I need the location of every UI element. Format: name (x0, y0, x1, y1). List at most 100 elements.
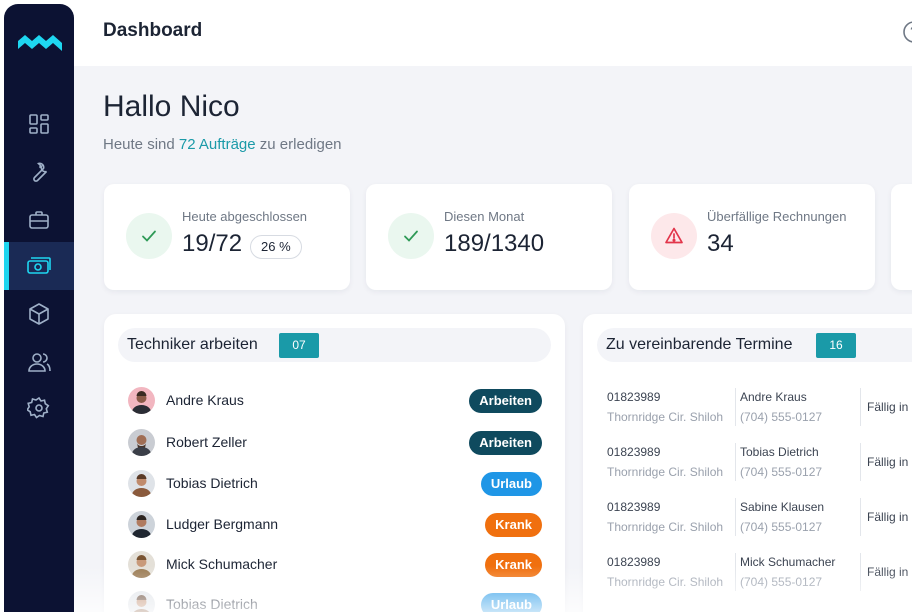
stat-card-partial[interactable] (891, 184, 912, 290)
appointment-phone: (704) 555-0127 (740, 465, 823, 479)
status-badge: Urlaub (480, 472, 542, 496)
appointment-phone: (704) 555-0127 (740, 575, 823, 589)
orders-count[interactable]: 72 Aufträge (179, 136, 256, 153)
greeting-suffix: zu erledigen (259, 136, 342, 153)
technicians-count: 07 (279, 333, 319, 358)
stat-value: 34 (707, 230, 734, 257)
technician-row[interactable]: Tobias Dietrich Urlaub (128, 469, 542, 499)
nav-dashboard[interactable] (4, 100, 74, 148)
help-icon[interactable] (902, 20, 912, 44)
appointment-number: 01823989 (607, 555, 661, 569)
technician-row[interactable]: Andre Kraus Arbeiten (128, 386, 542, 416)
technician-row[interactable]: Robert Zeller Arbeiten (128, 428, 542, 458)
column-divider (735, 388, 736, 426)
nav-tools[interactable] (4, 148, 74, 196)
top-bar: Dashboard (74, 0, 912, 66)
nav-jobs[interactable] (4, 196, 74, 244)
stat-label: Überfällige Rechnungen (707, 209, 847, 224)
column-divider (860, 498, 861, 536)
appointment-number: 01823989 (607, 500, 661, 514)
technician-name: Robert Zeller (166, 434, 247, 450)
appointment-customer: Sabine Klausen (740, 500, 825, 514)
check-icon (126, 213, 172, 259)
status-badge: Urlaub (480, 593, 542, 612)
appointments-header: Zu vereinbarende Termine 16 (597, 328, 912, 362)
appointment-row[interactable]: 01823989 Thornridge Cir. Shiloh Sabine K… (607, 498, 912, 544)
appointment-row[interactable]: 01823989 Thornridge Cir. Shiloh Tobias D… (607, 443, 912, 489)
appointment-due: Fällig in (867, 510, 909, 524)
column-divider (735, 443, 736, 481)
appointment-address: Thornridge Cir. Shiloh (607, 465, 724, 479)
avatar (128, 429, 155, 456)
avatar (128, 470, 155, 497)
technician-row[interactable]: Ludger Bergmann Krank (128, 510, 542, 540)
technician-name: Andre Kraus (166, 392, 244, 408)
status-badge: Arbeiten (469, 431, 542, 455)
percent-badge: 26 % (250, 235, 302, 259)
stat-label: Heute abgeschlossen (182, 209, 308, 224)
stat-label: Diesen Monat (444, 209, 525, 224)
check-icon (388, 213, 434, 259)
avatar (128, 387, 155, 414)
status-badge: Krank (485, 553, 542, 577)
appointment-row[interactable]: 01823989 Thornridge Cir. Shiloh Mick Sch… (607, 553, 912, 599)
stat-value: 189/1340 (444, 230, 545, 257)
stat-card-today[interactable]: Heute abgeschlossen 19/72 26 % (104, 184, 350, 290)
nav-finance[interactable] (4, 242, 74, 290)
stat-card-invoices[interactable]: Überfällige Rechnungen 34 (629, 184, 875, 290)
appointment-due: Fällig in (867, 400, 909, 414)
appointment-customer: Tobias Dietrich (740, 445, 819, 459)
sidebar (4, 4, 74, 612)
status-badge: Krank (485, 513, 542, 537)
gear-icon (27, 396, 50, 419)
appointment-number: 01823989 (607, 445, 661, 459)
appointment-phone: (704) 555-0127 (740, 520, 823, 534)
column-divider (735, 498, 736, 536)
technician-name: Ludger Bergmann (166, 516, 279, 532)
money-icon (27, 257, 51, 274)
greeting-title: Hallo Nico (103, 90, 240, 123)
stat-value: 19/72 (182, 230, 243, 257)
appointments-panel: Zu vereinbarende Termine 16 01823989 Tho… (583, 314, 912, 612)
logo-icon[interactable] (18, 30, 62, 60)
appointment-customer: Mick Schumacher (740, 555, 836, 569)
warning-icon (651, 213, 697, 259)
dashboard-icon (29, 114, 49, 134)
appointment-number: 01823989 (607, 390, 661, 404)
nav-inventory[interactable] (4, 290, 74, 338)
wrench-icon (33, 162, 48, 182)
nav-settings[interactable] (4, 384, 74, 432)
column-divider (860, 443, 861, 481)
appointment-customer: Andre Kraus (740, 390, 807, 404)
appointment-address: Thornridge Cir. Shiloh (607, 410, 724, 424)
column-divider (860, 553, 861, 591)
stat-card-month[interactable]: Diesen Monat 189/1340 (366, 184, 612, 290)
column-divider (735, 553, 736, 591)
greeting-subtitle: Heute sind 72 Aufträge zu erledigen (103, 136, 342, 153)
status-badge: Arbeiten (469, 389, 542, 413)
users-icon (28, 353, 51, 372)
nav-users[interactable] (4, 338, 74, 386)
greeting-prefix: Heute sind (103, 136, 175, 153)
appointment-address: Thornridge Cir. Shiloh (607, 575, 724, 589)
technician-row[interactable]: Tobias Dietrich Urlaub (128, 590, 542, 612)
avatar (128, 591, 155, 612)
technicians-title: Techniker arbeiten (127, 336, 258, 353)
appointment-row[interactable]: 01823989 Thornridge Cir. Shiloh Andre Kr… (607, 388, 912, 434)
box-icon (29, 303, 49, 325)
technician-row[interactable]: Mick Schumacher Krank (128, 550, 542, 580)
briefcase-icon (29, 211, 49, 229)
column-divider (860, 388, 861, 426)
appointment-phone: (704) 555-0127 (740, 410, 823, 424)
main-content: Hallo Nico Heute sind 72 Aufträge zu erl… (74, 66, 912, 612)
page-title: Dashboard (103, 20, 203, 41)
appointments-title: Zu vereinbarende Termine (606, 336, 793, 353)
technician-name: Tobias Dietrich (166, 596, 258, 612)
avatar (128, 551, 155, 578)
appointment-due: Fällig in (867, 455, 909, 469)
technicians-panel: Techniker arbeiten 07 Andre Kraus Arbeit… (104, 314, 565, 612)
appointment-due: Fällig in (867, 565, 909, 579)
technician-name: Tobias Dietrich (166, 475, 258, 491)
avatar (128, 511, 155, 538)
technicians-header: Techniker arbeiten 07 (118, 328, 551, 362)
